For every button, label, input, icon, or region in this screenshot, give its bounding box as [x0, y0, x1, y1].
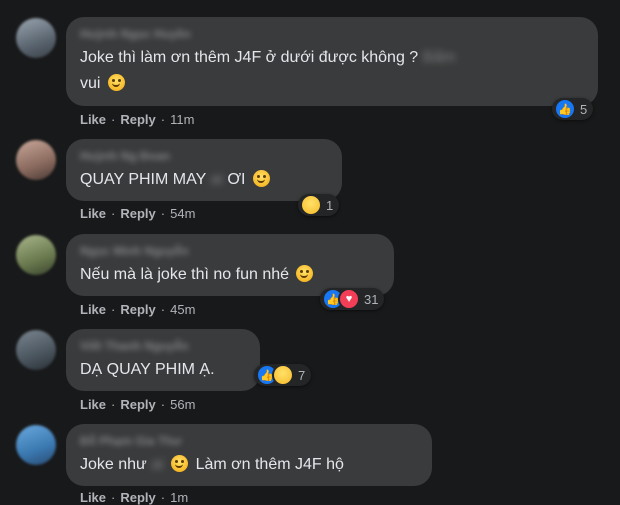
- comment-actions: Like · Reply · 56m: [80, 397, 196, 412]
- avatar[interactable]: [16, 140, 56, 180]
- like-link[interactable]: Like: [80, 302, 106, 317]
- comment-bubble: Huỳnh Ngọc Huyền Joke thì làm ơn thêm J4…: [66, 17, 598, 106]
- comment-text: Joke như ai Làm ơn thêm J4F hộ: [80, 452, 418, 478]
- like-reaction-icon: 👍: [554, 98, 576, 120]
- love-reaction-icon: ♥: [338, 288, 360, 310]
- timestamp[interactable]: 1m: [170, 490, 188, 505]
- comment-actions: Like · Reply · 11m: [80, 112, 195, 127]
- like-link[interactable]: Like: [80, 206, 106, 221]
- comment-actions: Like · Reply · 45m: [80, 302, 196, 317]
- comment-actions: Like · Reply · 54m: [80, 206, 196, 221]
- timestamp[interactable]: 54m: [170, 206, 195, 221]
- comment-text: Nếu mà là joke thì no fun nhé: [80, 262, 380, 288]
- reply-link[interactable]: Reply: [120, 490, 155, 505]
- reaction-count: 1: [326, 197, 334, 213]
- reaction-summary[interactable]: 👍 5: [552, 98, 594, 120]
- comment-text: DẠ QUAY PHIM Ạ.: [80, 357, 246, 383]
- smile-emoji-icon: [107, 74, 125, 91]
- haha-reaction-icon: [272, 364, 294, 386]
- reaction-summary[interactable]: 1: [298, 194, 340, 216]
- reaction-count: 5: [580, 101, 588, 117]
- reaction-count: 7: [298, 367, 306, 383]
- reply-link[interactable]: Reply: [120, 112, 155, 127]
- comment-text: QUAY PHIM MAY ai ƠI: [80, 167, 328, 193]
- timestamp[interactable]: 45m: [170, 302, 195, 317]
- comment-author[interactable]: Huỳnh Ngọc Huyền: [80, 27, 584, 43]
- reply-link[interactable]: Reply: [120, 397, 155, 412]
- comment-author[interactable]: Viết Thanh Nguyễn: [80, 339, 246, 355]
- comment-text-after: Làm ơn thêm J4F hộ: [195, 456, 344, 473]
- comment-text-main: Joke như: [80, 456, 147, 473]
- reply-link[interactable]: Reply: [120, 206, 155, 221]
- comment-author[interactable]: Đỗ Phạm Gia Thư: [80, 434, 418, 450]
- haha-reaction-icon: [300, 194, 322, 216]
- sad-emoji-icon: [252, 170, 270, 187]
- blurred-word: ai: [210, 171, 223, 188]
- smile-emoji-icon: [171, 455, 189, 472]
- comment-bubble: Ngọc Minh Nguyễn Nếu mà là joke thì no f…: [66, 234, 394, 296]
- blurred-word: ai: [151, 456, 164, 473]
- comment-text-main: DẠ QUAY PHIM Ạ.: [80, 361, 215, 378]
- like-link[interactable]: Like: [80, 490, 106, 505]
- comment-text-after: ƠI: [227, 171, 246, 188]
- comment-actions: Like · Reply · 1m: [80, 490, 189, 505]
- reply-link[interactable]: Reply: [120, 302, 155, 317]
- avatar[interactable]: [16, 18, 56, 58]
- comment-bubble: Viết Thanh Nguyễn DẠ QUAY PHIM Ạ.: [66, 329, 260, 391]
- comment-bubble: Huỳnh Ng Đoan QUAY PHIM MAY ai ƠI: [66, 139, 342, 201]
- smile-emoji-icon: [296, 265, 314, 282]
- timestamp[interactable]: 11m: [170, 112, 194, 127]
- blurred-word: Bấm: [422, 49, 456, 66]
- comment-author[interactable]: Huỳnh Ng Đoan: [80, 149, 328, 165]
- reaction-count: 31: [364, 291, 379, 307]
- avatar[interactable]: [16, 235, 56, 275]
- reaction-summary[interactable]: 👍 7: [254, 364, 312, 386]
- comment-text-main: Nếu mà là joke thì no fun nhé: [80, 266, 290, 283]
- comment-text: Joke thì làm ơn thêm J4F ở dưới được khô…: [80, 45, 584, 97]
- like-link[interactable]: Like: [80, 112, 106, 127]
- avatar[interactable]: [16, 425, 56, 465]
- comment-bubble: Đỗ Phạm Gia Thư Joke như ai Làm ơn thêm …: [66, 424, 432, 486]
- reaction-summary[interactable]: 👍 ♥ 31: [320, 288, 385, 310]
- avatar[interactable]: [16, 330, 56, 370]
- comment-author[interactable]: Ngọc Minh Nguyễn: [80, 244, 380, 260]
- comment-text-main: Joke thì làm ơn thêm J4F ở dưới được khô…: [80, 49, 419, 66]
- like-link[interactable]: Like: [80, 397, 106, 412]
- timestamp[interactable]: 56m: [170, 397, 195, 412]
- comment-text-main: QUAY PHIM MAY: [80, 171, 206, 188]
- comment-text-line2: vui: [80, 75, 101, 92]
